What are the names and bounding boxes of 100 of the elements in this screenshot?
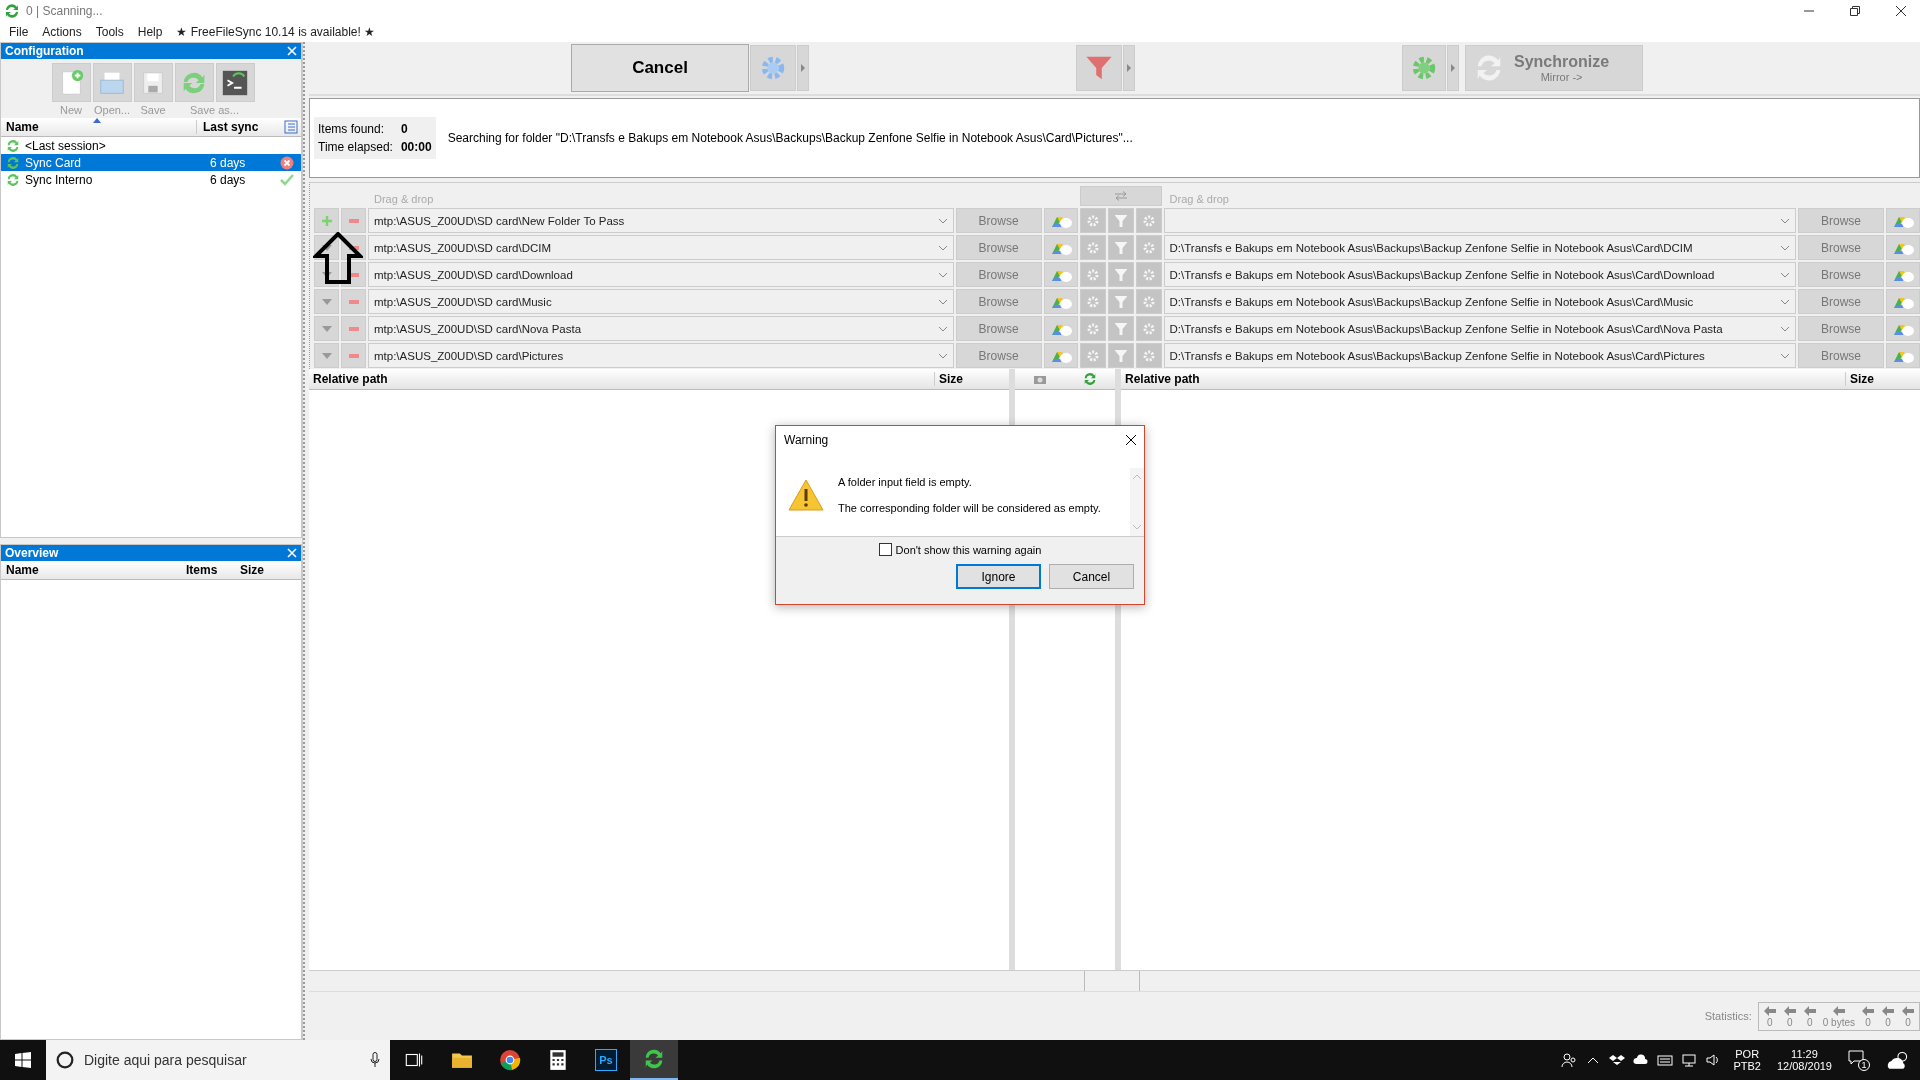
cloud-folder-button[interactable] [1043, 289, 1078, 314]
chevron-down-icon[interactable] [1780, 217, 1790, 224]
sync-icon[interactable] [1083, 372, 1097, 386]
notification-button[interactable]: 1 [1848, 1049, 1870, 1071]
column-header[interactable]: Last sync [196, 120, 279, 134]
cloud-folder-button[interactable] [1886, 316, 1920, 341]
filter-button[interactable] [1076, 45, 1122, 91]
folder-path-field[interactable]: mtp:\ASUS_Z00UD\SD card\New Folder To Pass [368, 208, 954, 233]
batch-config-button[interactable] [215, 63, 255, 102]
close-icon[interactable] [1896, 6, 1906, 16]
folder-path-field[interactable]: mtp:\ASUS_Z00UD\SD card\Download [368, 262, 954, 287]
dropdown-button[interactable] [797, 45, 809, 91]
filter-button[interactable] [1107, 343, 1134, 368]
column-header[interactable]: Name [1, 120, 196, 134]
sync-settings-button[interactable] [1135, 208, 1162, 233]
folder-path-field[interactable]: mtp:\ASUS_Z00UD\SD card\Nova Pasta [368, 316, 954, 341]
menu-item[interactable]: Tools [88, 25, 131, 39]
compare-settings-button[interactable] [1079, 262, 1106, 287]
folder-path-field[interactable] [1163, 208, 1796, 233]
dropdown-button[interactable] [1447, 45, 1459, 91]
save-config-button[interactable] [133, 63, 173, 102]
sync-settings-button[interactable] [1135, 343, 1162, 368]
keyboard-icon[interactable] [1657, 1052, 1674, 1068]
compare-settings-button[interactable] [1079, 343, 1106, 368]
filter-button[interactable] [1107, 208, 1134, 233]
cloud-folder-button[interactable] [1043, 316, 1078, 341]
scroll-down-icon[interactable] [1133, 525, 1141, 530]
chevron-down-icon[interactable] [1780, 352, 1790, 359]
column-header[interactable]: Name [1, 563, 186, 577]
chevron-down-icon[interactable] [937, 298, 948, 305]
menu-item[interactable]: Help [130, 25, 170, 39]
folder-path-field[interactable]: mtp:\ASUS_Z00UD\SD card\DCIM [368, 235, 954, 260]
menu-item[interactable]: File [2, 25, 36, 39]
column-header[interactable]: Size [240, 563, 280, 577]
chevron-down-icon[interactable] [1780, 298, 1790, 305]
filter-button[interactable] [1107, 235, 1134, 260]
open-config-button[interactable] [92, 63, 132, 102]
filter-button[interactable] [1107, 262, 1134, 287]
filter-button[interactable] [1107, 289, 1134, 314]
scroll-up-icon[interactable] [1133, 474, 1141, 479]
menu-item[interactable]: Actions [35, 25, 89, 39]
folder-path-field[interactable]: D:\Transfs e Bakups em Notebook Asus\Backups\Backup Zenfone Selfie in Notebook Asus\Card\Music [1163, 289, 1796, 314]
cloud-folder-button[interactable] [1886, 343, 1920, 368]
update-notice[interactable]: ★ FreeFileSync 10.14 is available! ★ [169, 25, 383, 39]
cloud-folder-button[interactable] [1043, 208, 1078, 233]
compare-settings-button[interactable] [1079, 235, 1106, 260]
cancel-button[interactable]: Cancel [571, 44, 749, 92]
dropdown-button[interactable] [1123, 45, 1135, 91]
column-header[interactable]: Items [186, 563, 240, 577]
column-header[interactable]: Size [1845, 372, 1920, 386]
chevron-down-icon[interactable] [1780, 271, 1790, 278]
start-icon[interactable] [15, 1052, 31, 1068]
filter-button[interactable] [1107, 316, 1134, 341]
sync-settings-button[interactable] [1135, 289, 1162, 314]
dialog-button[interactable]: Ignore [956, 564, 1041, 589]
chevron-down-icon[interactable] [937, 217, 948, 224]
search-field[interactable]: Digite aqui para pesquisar [82, 1051, 362, 1069]
search-box[interactable]: Digite aqui para pesquisar [46, 1040, 390, 1080]
config-row[interactable]: <Last session> [1, 137, 301, 154]
close-icon[interactable] [1126, 435, 1136, 445]
chevron-down-icon[interactable] [1780, 244, 1790, 251]
column-header[interactable]: Size [934, 372, 1009, 386]
chevron-down-icon[interactable] [1780, 325, 1790, 332]
cloud-folder-button[interactable] [1886, 208, 1920, 233]
compare-settings-button[interactable] [1079, 316, 1106, 341]
box-icon[interactable] [1609, 1052, 1626, 1068]
config-row[interactable]: Sync Card 6 days [1, 154, 301, 171]
sync-settings-button[interactable] [1135, 316, 1162, 341]
chevron-down-icon[interactable] [937, 271, 948, 278]
photoshop-taskbar-button[interactable]: Ps [582, 1040, 630, 1080]
cloud-folder-button[interactable] [1043, 343, 1078, 368]
chevron-down-icon[interactable] [937, 352, 948, 359]
folder-path-field[interactable]: D:\Transfs e Bakups em Notebook Asus\Backups\Backup Zenfone Selfie in Notebook Asus\Card\Nova Pasta [1163, 316, 1796, 341]
folder-path-field[interactable]: D:\Transfs e Bakups em Notebook Asus\Backups\Backup Zenfone Selfie in Notebook Asus\Card\Download [1163, 262, 1796, 287]
cloud-folder-button[interactable] [1886, 262, 1920, 287]
chevron-down-icon[interactable] [937, 325, 948, 332]
folder-path-field[interactable]: D:\Transfs e Bakups em Notebook Asus\Backups\Backup Zenfone Selfie in Notebook Asus\Card\DCIM [1163, 235, 1796, 260]
new-config-button[interactable] [51, 63, 91, 102]
sync-settings-button[interactable] [1135, 235, 1162, 260]
compare-settings-button[interactable] [1079, 208, 1106, 233]
clock[interactable]: 11:29 12/08/2019 [1776, 1048, 1832, 1072]
sync-settings-button[interactable] [1135, 262, 1162, 287]
checkbox-label[interactable]: Don't show this warning again [895, 543, 1042, 556]
sync-taskbar-button[interactable] [630, 1040, 678, 1080]
language-indicator[interactable]: POR PTB2 [1733, 1048, 1761, 1072]
cloud-folder-button[interactable] [1043, 235, 1078, 260]
column-header[interactable]: Relative path [309, 372, 934, 386]
cloud-folder-button[interactable] [1043, 262, 1078, 287]
network-icon[interactable] [1681, 1052, 1698, 1068]
config-row[interactable]: Sync Interno 6 days [1, 171, 301, 188]
chevron-down-icon[interactable] [937, 244, 948, 251]
checkbox[interactable] [878, 543, 892, 556]
restore-icon[interactable] [1850, 6, 1860, 16]
microphone-icon[interactable] [370, 1052, 380, 1068]
dialog-button[interactable]: Cancel [1049, 564, 1134, 589]
folder-path-field[interactable]: mtp:\ASUS_Z00UD\SD card\Pictures [368, 343, 954, 368]
scrollbar[interactable] [1130, 468, 1144, 536]
cloud-folder-button[interactable] [1886, 289, 1920, 314]
cloud-folder-button[interactable] [1886, 235, 1920, 260]
people-icon[interactable] [1561, 1052, 1578, 1068]
